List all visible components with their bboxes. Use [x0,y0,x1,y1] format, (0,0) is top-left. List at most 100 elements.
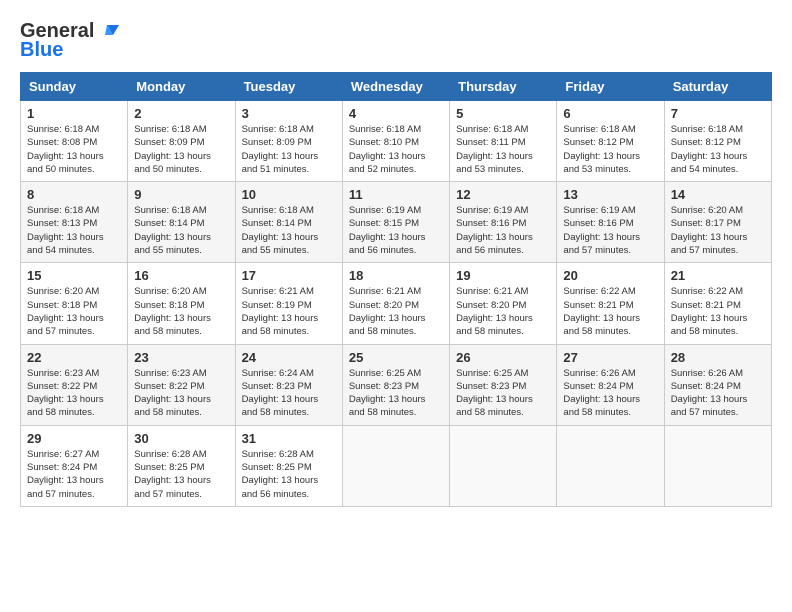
cell-details: Sunrise: 6:19 AMSunset: 8:15 PMDaylight:… [349,204,443,257]
day-number: 23 [134,350,228,365]
day-number: 18 [349,268,443,283]
cell-details: Sunrise: 6:18 AMSunset: 8:12 PMDaylight:… [671,123,765,176]
calendar-cell: 16 Sunrise: 6:20 AMSunset: 8:18 PMDayligh… [128,263,235,344]
cell-details: Sunrise: 6:18 AMSunset: 8:13 PMDaylight:… [27,204,121,257]
day-number: 19 [456,268,550,283]
cell-details: Sunrise: 6:19 AMSunset: 8:16 PMDaylight:… [456,204,550,257]
day-number: 4 [349,106,443,121]
cell-details: Sunrise: 6:28 AMSunset: 8:25 PMDaylight:… [242,448,336,501]
day-number: 6 [563,106,657,121]
day-number: 16 [134,268,228,283]
calendar-cell: 31Sunrise: 6:28 AMSunset: 8:25 PMDayligh… [235,425,342,506]
cell-details: Sunrise: 6:26 AMSunset: 8:24 PMDaylight:… [563,367,657,420]
day-number: 21 [671,268,765,283]
calendar-cell: 28 Sunrise: 6:26 AMSunset: 8:24 PMDayligh… [664,344,771,425]
cell-details: Sunrise: 6:18 AMSunset: 8:11 PMDaylight:… [456,123,550,176]
cell-details: Sunrise: 6:22 AMSunset: 8:21 PMDaylight:… [563,285,657,338]
calendar-cell: 2 Sunrise: 6:18 AMSunset: 8:09 PMDaylight… [128,101,235,182]
calendar-cell: 11 Sunrise: 6:19 AMSunset: 8:15 PMDayligh… [342,182,449,263]
calendar-cell: 3Sunrise: 6:18 AMSunset: 8:09 PMDaylight… [235,101,342,182]
calendar-table: SundayMondayTuesdayWednesdayThursdayFrid… [20,72,772,507]
calendar-cell: 23 Sunrise: 6:23 AMSunset: 8:22 PMDayligh… [128,344,235,425]
calendar-cell: 7 Sunrise: 6:18 AMSunset: 8:12 PMDaylight… [664,101,771,182]
cell-details: Sunrise: 6:18 AMSunset: 8:14 PMDaylight:… [134,204,228,257]
cell-details: Sunrise: 6:18 AMSunset: 8:12 PMDaylight:… [563,123,657,176]
cell-details: Sunrise: 6:25 AMSunset: 8:23 PMDaylight:… [456,367,550,420]
cell-details: Sunrise: 6:21 AMSunset: 8:19 PMDaylight:… [242,285,336,338]
day-header-wednesday: Wednesday [342,73,449,101]
calendar-cell: 19 Sunrise: 6:21 AMSunset: 8:20 PMDayligh… [450,263,557,344]
day-number: 12 [456,187,550,202]
calendar-cell: 27 Sunrise: 6:26 AMSunset: 8:24 PMDayligh… [557,344,664,425]
cell-details: Sunrise: 6:23 AMSunset: 8:22 PMDaylight:… [134,367,228,420]
day-number: 13 [563,187,657,202]
cell-details: Sunrise: 6:26 AMSunset: 8:24 PMDaylight:… [671,367,765,420]
calendar-cell: 24Sunrise: 6:24 AMSunset: 8:23 PMDayligh… [235,344,342,425]
day-number: 15 [27,268,121,283]
calendar-cell [450,425,557,506]
day-number: 29 [27,431,121,446]
day-number: 5 [456,106,550,121]
day-number: 30 [134,431,228,446]
day-number: 14 [671,187,765,202]
day-number: 7 [671,106,765,121]
day-number: 2 [134,106,228,121]
day-number: 26 [456,350,550,365]
calendar-cell: 4 Sunrise: 6:18 AMSunset: 8:10 PMDaylight… [342,101,449,182]
calendar-cell: 21 Sunrise: 6:22 AMSunset: 8:21 PMDayligh… [664,263,771,344]
day-header-thursday: Thursday [450,73,557,101]
day-number: 8 [27,187,121,202]
day-number: 28 [671,350,765,365]
calendar-week-row: 1Sunrise: 6:18 AMSunset: 8:08 PMDaylight… [21,101,772,182]
calendar-cell [664,425,771,506]
cell-details: Sunrise: 6:21 AMSunset: 8:20 PMDaylight:… [456,285,550,338]
calendar-cell: 8 Sunrise: 6:18 AMSunset: 8:13 PMDaylight… [21,182,128,263]
day-number: 11 [349,187,443,202]
cell-details: Sunrise: 6:18 AMSunset: 8:09 PMDaylight:… [134,123,228,176]
logo-bird-icon [97,21,119,43]
day-header-monday: Monday [128,73,235,101]
logo-blue: Blue [20,39,63,62]
calendar-cell [557,425,664,506]
cell-details: Sunrise: 6:23 AMSunset: 8:22 PMDaylight:… [27,367,121,420]
calendar-cell: 26 Sunrise: 6:25 AMSunset: 8:23 PMDayligh… [450,344,557,425]
calendar-cell: 22 Sunrise: 6:23 AMSunset: 8:22 PMDayligh… [21,344,128,425]
day-header-tuesday: Tuesday [235,73,342,101]
cell-details: Sunrise: 6:18 AMSunset: 8:09 PMDaylight:… [242,123,336,176]
calendar-week-row: 22 Sunrise: 6:23 AMSunset: 8:22 PMDayligh… [21,344,772,425]
calendar-week-row: 15 Sunrise: 6:20 AMSunset: 8:18 PMDayligh… [21,263,772,344]
calendar-cell: 25 Sunrise: 6:25 AMSunset: 8:23 PMDayligh… [342,344,449,425]
cell-details: Sunrise: 6:20 AMSunset: 8:18 PMDaylight:… [134,285,228,338]
day-number: 20 [563,268,657,283]
cell-details: Sunrise: 6:25 AMSunset: 8:23 PMDaylight:… [349,367,443,420]
calendar-cell: 14 Sunrise: 6:20 AMSunset: 8:17 PMDayligh… [664,182,771,263]
day-number: 27 [563,350,657,365]
cell-details: Sunrise: 6:28 AMSunset: 8:25 PMDaylight:… [134,448,228,501]
calendar-cell: 10Sunrise: 6:18 AMSunset: 8:14 PMDayligh… [235,182,342,263]
calendar-cell: 30 Sunrise: 6:28 AMSunset: 8:25 PMDayligh… [128,425,235,506]
logo: General Blue [20,20,119,62]
day-number: 25 [349,350,443,365]
calendar-week-row: 29 Sunrise: 6:27 AMSunset: 8:24 PMDayligh… [21,425,772,506]
calendar-cell: 1Sunrise: 6:18 AMSunset: 8:08 PMDaylight… [21,101,128,182]
cell-details: Sunrise: 6:24 AMSunset: 8:23 PMDaylight:… [242,367,336,420]
cell-details: Sunrise: 6:18 AMSunset: 8:08 PMDaylight:… [27,123,121,176]
calendar-cell: 18 Sunrise: 6:21 AMSunset: 8:20 PMDayligh… [342,263,449,344]
calendar-cell: 9 Sunrise: 6:18 AMSunset: 8:14 PMDaylight… [128,182,235,263]
calendar-cell: 12 Sunrise: 6:19 AMSunset: 8:16 PMDayligh… [450,182,557,263]
cell-details: Sunrise: 6:27 AMSunset: 8:24 PMDaylight:… [27,448,121,501]
calendar-cell: 17 Sunrise: 6:21 AMSunset: 8:19 PMDayligh… [235,263,342,344]
cell-details: Sunrise: 6:19 AMSunset: 8:16 PMDaylight:… [563,204,657,257]
day-number: 22 [27,350,121,365]
day-number: 17 [242,268,336,283]
calendar-cell: 15Sunrise: 6:20 AMSunset: 8:18 PMDayligh… [21,263,128,344]
day-header-sunday: Sunday [21,73,128,101]
day-number: 9 [134,187,228,202]
cell-details: Sunrise: 6:21 AMSunset: 8:20 PMDaylight:… [349,285,443,338]
day-header-friday: Friday [557,73,664,101]
cell-details: Sunrise: 6:20 AMSunset: 8:17 PMDaylight:… [671,204,765,257]
calendar-cell: 6 Sunrise: 6:18 AMSunset: 8:12 PMDaylight… [557,101,664,182]
cell-details: Sunrise: 6:18 AMSunset: 8:10 PMDaylight:… [349,123,443,176]
page-header: General Blue [20,20,772,62]
cell-details: Sunrise: 6:22 AMSunset: 8:21 PMDaylight:… [671,285,765,338]
